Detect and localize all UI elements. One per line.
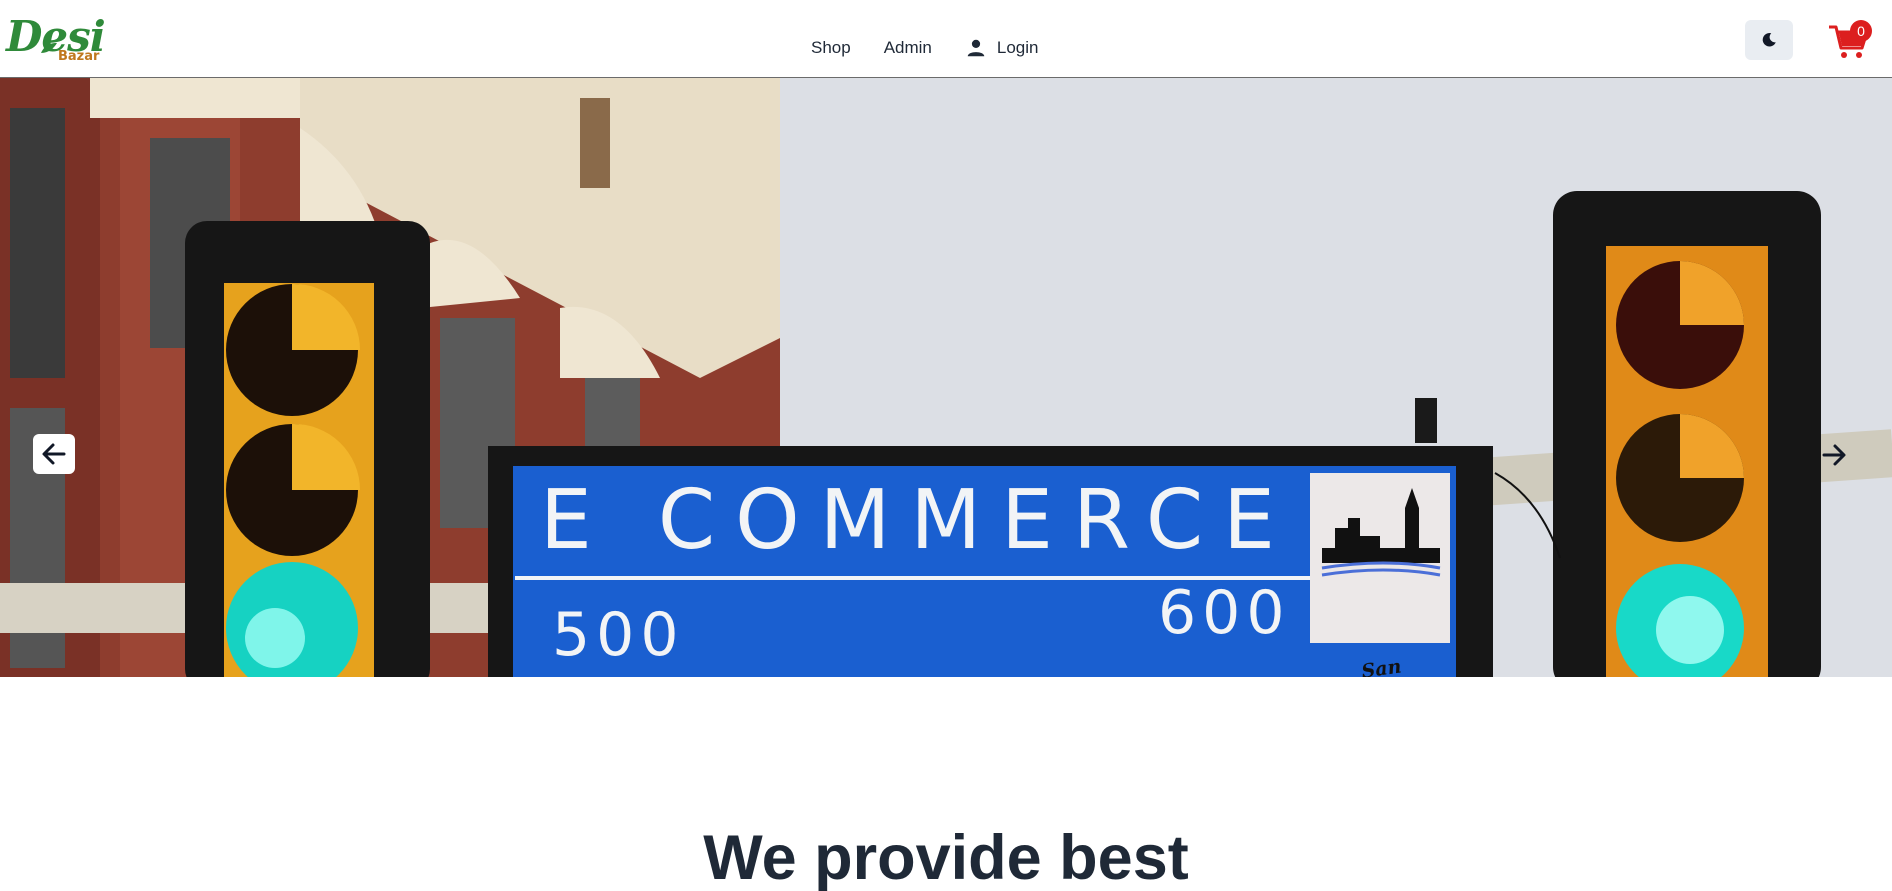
navbar: Desi Bazar Shop Admin Login 0 <box>0 0 1892 78</box>
theme-toggle-button[interactable] <box>1745 20 1793 60</box>
sign-left-number: 500 <box>552 600 685 670</box>
carousel-prev-button[interactable] <box>33 434 75 474</box>
login-link[interactable]: Login <box>965 36 1039 60</box>
login-label: Login <box>996 38 1039 57</box>
cart-button[interactable]: 0 <box>1828 18 1876 62</box>
nav-link-admin[interactable]: Admin <box>884 36 932 60</box>
moon-icon <box>1762 33 1776 47</box>
hero-carousel: E COMMERCE 500 600 San Antonio <box>0 78 1892 677</box>
sign-right-number: 600 <box>1158 578 1291 648</box>
carousel-next-button[interactable] <box>1818 439 1850 471</box>
user-icon <box>967 39 985 57</box>
arrow-left-icon <box>42 443 66 465</box>
brand-logo[interactable]: Desi Bazar <box>6 14 106 66</box>
sign-main-text: E COMMERCE <box>540 473 1295 568</box>
main-nav: Shop Admin Login <box>811 36 1039 60</box>
page-headline: We provide best <box>703 823 1189 891</box>
nav-link-shop[interactable]: Shop <box>811 36 851 60</box>
cart-count-badge: 0 <box>1850 20 1872 42</box>
logo-subword: Bazar <box>58 49 100 64</box>
hero-image <box>0 78 1892 677</box>
arrow-right-icon <box>1822 444 1846 466</box>
leaf-icon <box>41 43 57 53</box>
